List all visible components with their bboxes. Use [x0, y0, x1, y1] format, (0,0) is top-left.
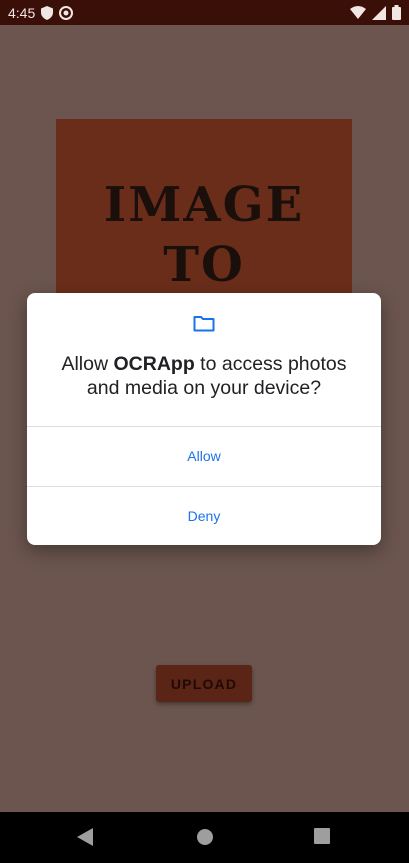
battery-icon [392, 5, 401, 20]
signal-icon [372, 5, 386, 20]
status-time: 4:45 [8, 4, 36, 21]
deny-button[interactable]: Deny [27, 487, 381, 545]
upload-button[interactable]: UPLOAD [156, 665, 252, 702]
message-prefix: Allow [61, 353, 114, 375]
hero-image: IMAGE TO [56, 119, 352, 299]
folder-icon [193, 314, 215, 337]
home-icon[interactable] [195, 827, 215, 852]
app-name: OCRApp [113, 353, 195, 375]
recents-icon[interactable] [313, 827, 331, 850]
vpn-icon [59, 5, 74, 20]
permission-dialog: Allow OCRApp to access photos and media … [27, 293, 381, 545]
wifi-icon [350, 6, 366, 19]
back-icon[interactable] [77, 827, 95, 852]
navigation-bar [0, 812, 409, 863]
hero-text-line1: IMAGE [103, 177, 305, 233]
allow-button[interactable]: Allow [27, 427, 381, 485]
hero-text-line2: TO [163, 237, 245, 293]
permission-message: Allow OCRApp to access photos and media … [43, 352, 365, 400]
status-bar: 4:45 [0, 0, 409, 25]
shield-icon [41, 5, 54, 20]
